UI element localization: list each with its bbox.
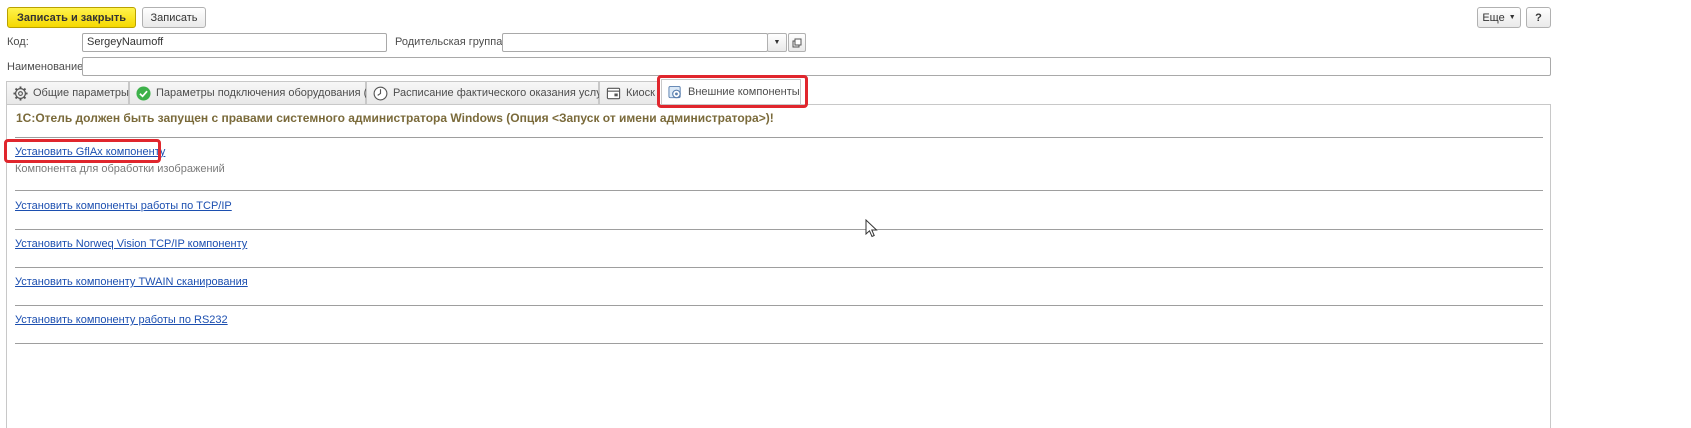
tab-kiosk[interactable]: Киоск (599, 81, 659, 104)
name-field[interactable] (82, 57, 1551, 76)
tab-general-parameters[interactable]: Общие параметры (6, 81, 129, 104)
tab-external-components[interactable]: Внешние компоненты (661, 79, 801, 104)
parent-group-dropdown-button[interactable]: ▼ (767, 33, 787, 52)
parent-group-field[interactable] (502, 33, 768, 52)
code-label: Код: (7, 36, 29, 48)
name-label: Наименование: (7, 61, 87, 73)
component-icon (668, 84, 683, 100)
save-and-close-button[interactable]: Записать и закрыть (7, 7, 136, 28)
install-rs232-link[interactable]: Установить компоненту работы по RS232 (15, 314, 228, 326)
tab-label: Параметры подключения оборудования (4) (156, 87, 378, 99)
install-gflax-link[interactable]: Установить GflAx компоненту (15, 146, 165, 158)
gflax-description: Компонента для обработки изображений (15, 163, 225, 175)
divider (15, 137, 1543, 138)
open-icon (792, 38, 802, 47)
install-norweq-vision-link[interactable]: Установить Norweq Vision TCP/IP компонен… (15, 238, 247, 250)
divider (15, 229, 1543, 230)
save-button[interactable]: Записать (142, 7, 206, 28)
tab-equipment-connection[interactable]: Параметры подключения оборудования (4) (129, 81, 377, 104)
more-label: Еще (1482, 11, 1505, 24)
admin-warning-text: 1С:Отель должен быть запущен с правами с… (16, 111, 774, 125)
install-tcpip-components-link[interactable]: Установить компоненты работы по TCP/IP (15, 200, 232, 212)
chevron-down-icon: ▼ (1508, 14, 1516, 21)
tab-label: Расписание фактического оказания услуг (393, 87, 606, 99)
tab-label: Общие параметры (33, 87, 129, 99)
clock-icon (373, 85, 388, 101)
install-twain-link[interactable]: Установить компоненту TWAIN сканирования (15, 276, 248, 288)
code-field[interactable]: SergeyNaumoff (82, 33, 387, 52)
more-button[interactable]: Еще ▼ (1477, 7, 1521, 28)
divider (15, 267, 1543, 268)
parent-group-open-button[interactable] (788, 33, 806, 52)
gear-icon (13, 85, 28, 101)
divider (15, 305, 1543, 306)
external-components-panel: 1С:Отель должен быть запущен с правами с… (6, 104, 1551, 428)
kiosk-icon (606, 85, 621, 101)
tab-label: Киоск (626, 87, 655, 99)
divider (15, 190, 1543, 191)
mouse-cursor-icon (865, 219, 878, 238)
check-circle-icon (136, 85, 151, 101)
divider (15, 343, 1543, 344)
tab-service-schedule[interactable]: Расписание фактического оказания услуг (366, 81, 606, 104)
help-button[interactable]: ? (1526, 7, 1551, 28)
parent-group-label: Родительская группа: (395, 36, 506, 48)
chevron-down-icon: ▼ (773, 39, 781, 46)
tab-label: Внешние компоненты (688, 86, 800, 98)
